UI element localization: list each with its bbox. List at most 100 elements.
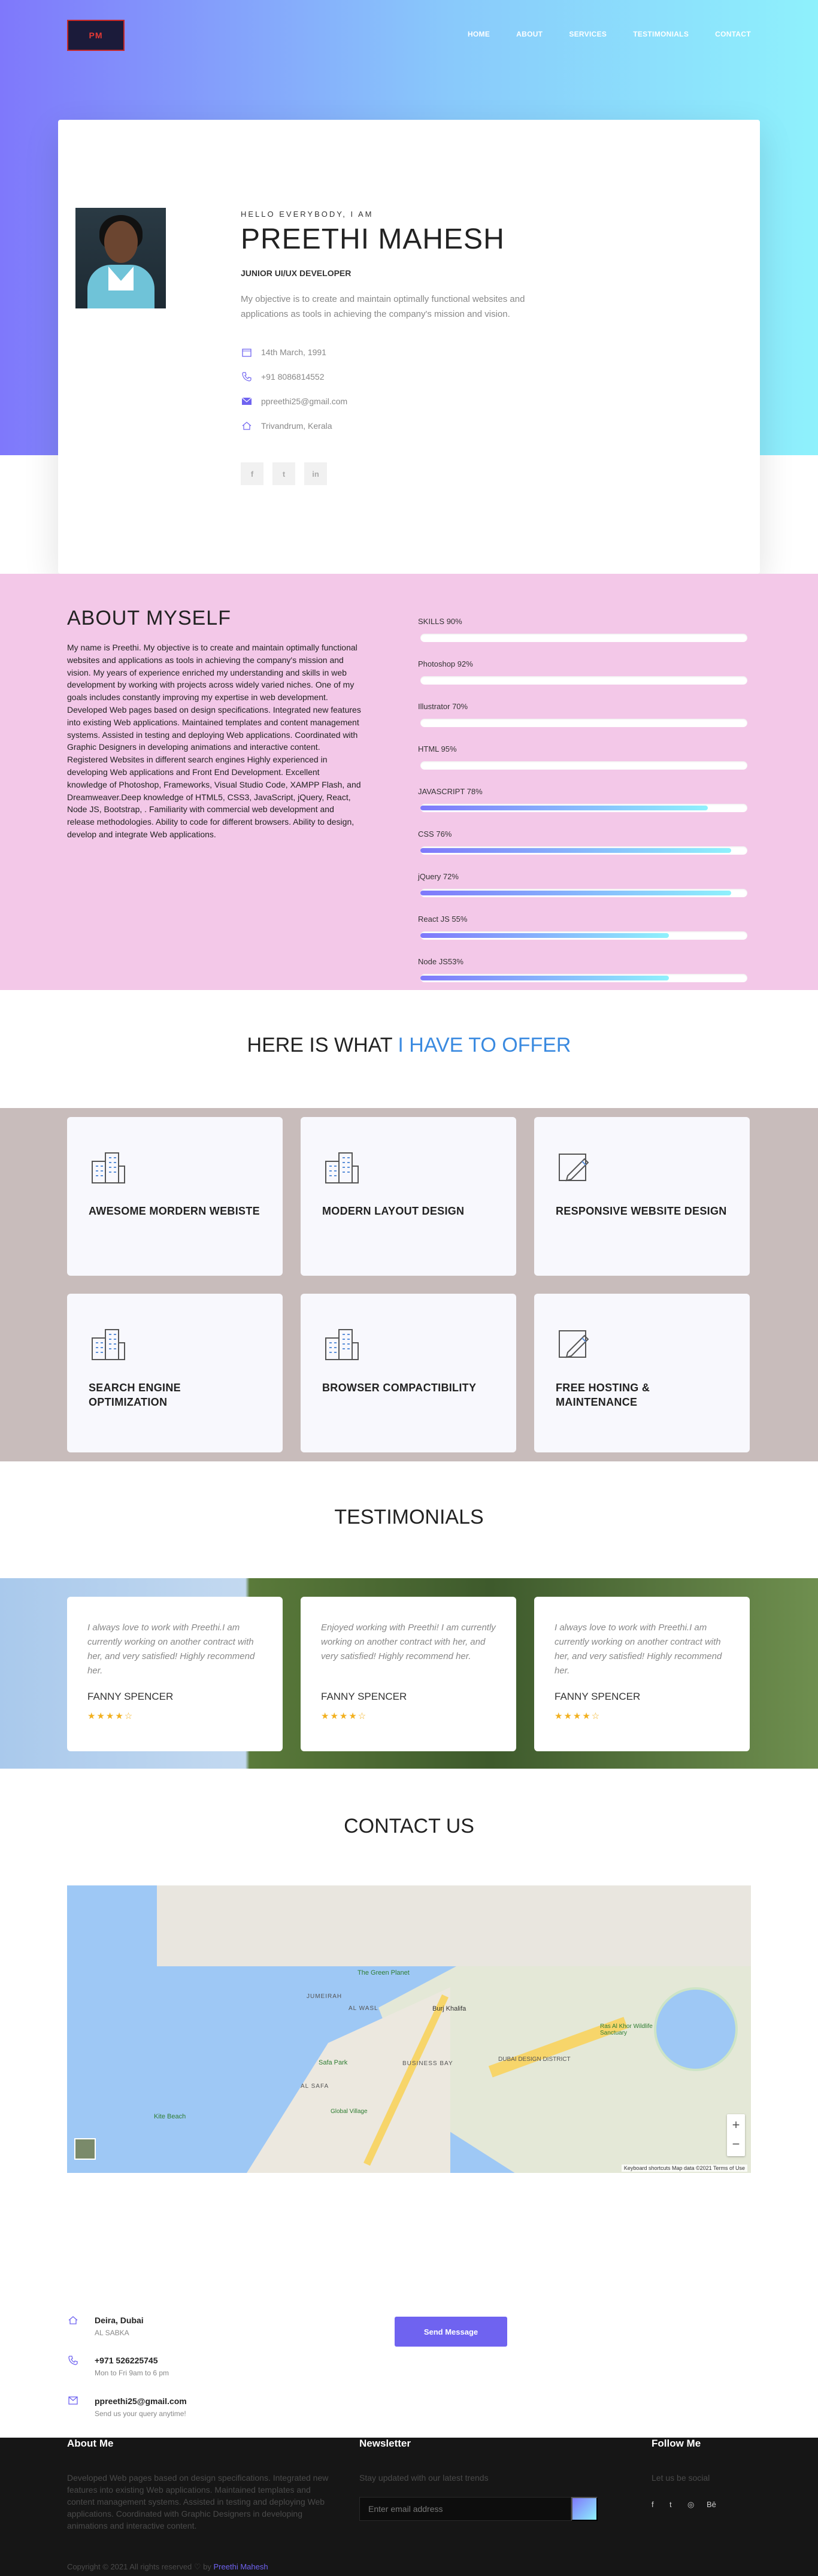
footer-about-title: About Me <box>67 2438 114 2449</box>
skill-label: Photoshop 92% <box>418 659 473 668</box>
skill-track <box>420 634 747 642</box>
site-logo[interactable]: PM <box>67 20 125 51</box>
phone-sub: Mon to Fri 9am to 6 pm <box>95 2369 169 2377</box>
skill-track <box>420 719 747 727</box>
contact-email: ppreethi25@gmail.com Send us your query a… <box>67 2396 187 2418</box>
zoom-out-icon[interactable]: − <box>727 2135 745 2156</box>
service-card[interactable]: FREE HOSTING & MAINTENANCE <box>534 1294 750 1452</box>
offer-title: HERE IS WHAT I HAVE TO OFFER <box>0 1034 818 1057</box>
skill-item: JAVASCRIPT 78% <box>418 787 747 830</box>
linkedin-icon[interactable]: in <box>304 462 327 485</box>
newsletter-submit-button[interactable] <box>571 2497 598 2521</box>
skill-label: jQuery 72% <box>418 872 459 881</box>
testimonial-quote: I always love to work with Preethi.I am … <box>87 1623 255 1676</box>
home-icon <box>241 420 253 432</box>
contact-title: CONTACT US <box>344 1815 474 1838</box>
map-label: AL WASL <box>349 2005 378 2012</box>
facebook-icon[interactable]: f <box>652 2500 654 2509</box>
nav-about[interactable]: ABOUT <box>516 30 543 38</box>
nav-testimonials[interactable]: TESTIMONIALS <box>633 30 689 38</box>
profile-objective: My objective is to create and maintain o… <box>241 294 525 319</box>
skill-label: CSS 76% <box>418 830 452 839</box>
info-location: Trivandrum, Kerala <box>241 420 332 432</box>
greeting: HELLO EVERYBODY, I AM <box>241 210 374 219</box>
phone-value: +91 8086814552 <box>261 372 325 382</box>
send-message-button[interactable]: Send Message <box>395 2317 507 2347</box>
zoom-in-icon[interactable]: + <box>727 2114 745 2135</box>
skill-track <box>420 676 747 685</box>
service-title: RESPONSIVE WEBSITE DESIGN <box>556 1205 727 1217</box>
skill-item: Photoshop 92% <box>418 659 747 702</box>
about-title: ABOUT MYSELF <box>67 607 231 629</box>
email-title[interactable]: ppreethi25@gmail.com <box>95 2396 187 2406</box>
skill-label: HTML 95% <box>418 744 457 753</box>
service-title: FREE HOSTING & MAINTENANCE <box>556 1382 650 1408</box>
pencil-icon <box>556 1325 594 1363</box>
copyright: Copyright © 2021 All rights reserved ♡ b… <box>67 2562 268 2572</box>
email-value[interactable]: ppreethi25@gmail.com <box>261 396 347 406</box>
service-title: MODERN LAYOUT DESIGN <box>322 1205 465 1217</box>
skill-item: Node JS53% <box>418 957 747 1000</box>
contact-phone: +971 526225745 Mon to Fri 9am to 6 pm <box>67 2356 169 2377</box>
service-card[interactable]: MODERN LAYOUT DESIGN <box>301 1117 516 1276</box>
map-zoom-controls: + − <box>727 2114 745 2156</box>
star-rating-icon: ★★★★☆ <box>555 1711 601 1721</box>
footer-about-text: Developed Web pages based on design spec… <box>67 2473 329 2530</box>
dob-value: 14th March, 1991 <box>261 347 326 357</box>
info-dob: 14th March, 1991 <box>241 346 326 358</box>
email-sub: Send us your query anytime! <box>95 2409 186 2418</box>
map-label: BUSINESS BAY <box>402 2060 453 2067</box>
skill-fill <box>420 891 731 895</box>
skill-label: SKILLS 90% <box>418 617 462 626</box>
footer-follow-title: Follow Me <box>652 2438 701 2449</box>
skill-item: jQuery 72% <box>418 872 747 915</box>
skill-track <box>420 804 747 812</box>
envelope-icon <box>67 2396 79 2408</box>
skills-list: SKILLS 90% Photoshop 92% Illustrator 70% HT… <box>418 617 747 1000</box>
facebook-icon[interactable]: f <box>241 462 263 485</box>
footer-newsletter-title: Newsletter <box>359 2438 411 2449</box>
location-map[interactable]: The Green Planet Burj Khalifa AL WASL JU… <box>67 1885 751 2173</box>
skill-item: Illustrator 70% <box>418 702 747 744</box>
skill-item: CSS 76% <box>418 830 747 872</box>
service-card[interactable]: AWESOME MORDERN WEBISTE <box>67 1117 283 1276</box>
skill-label: Node JS53% <box>418 957 463 966</box>
testimonial-card: Enjoyed working with Preethi! I am curre… <box>301 1597 516 1751</box>
newsletter-email-input[interactable] <box>359 2497 571 2521</box>
service-title: AWESOME MORDERN WEBISTE <box>89 1205 260 1217</box>
dribbble-icon[interactable]: ◎ <box>687 2500 694 2510</box>
building-icon <box>89 1148 127 1186</box>
phone-icon <box>241 371 253 383</box>
profile-photo <box>75 208 166 308</box>
testimonials-title: TESTIMONIALS <box>334 1506 484 1528</box>
address-title: Deira, Dubai <box>95 2315 144 2325</box>
nav-services[interactable]: SERVICES <box>569 30 607 38</box>
service-card[interactable]: SEARCH ENGINE OPTIMIZATION <box>67 1294 283 1452</box>
phone-icon <box>67 2356 79 2368</box>
about-text: My name is Preethi. My objective is to c… <box>67 643 361 839</box>
skill-fill <box>420 806 708 810</box>
map-label: DUBAI DESIGN DISTRICT <box>498 2056 571 2063</box>
map-satellite-toggle[interactable] <box>74 2138 96 2160</box>
skill-item: SKILLS 90% <box>418 617 747 659</box>
star-rating-icon: ★★★★☆ <box>321 1711 368 1721</box>
behance-icon[interactable]: Bē <box>707 2500 716 2509</box>
service-title: SEARCH ENGINE OPTIMIZATION <box>89 1382 181 1408</box>
service-card[interactable]: BROWSER COMPACTIBILITY <box>301 1294 516 1452</box>
twitter-icon[interactable]: t <box>669 2500 672 2509</box>
offer-title-a: HERE IS WHAT <box>247 1034 398 1057</box>
profile-role: JUNIOR UI/UX DEVELOPER <box>241 268 352 278</box>
copyright-name[interactable]: Preethi Mahesh <box>214 2562 268 2571</box>
skill-track <box>420 931 747 940</box>
nav-contact[interactable]: CONTACT <box>715 30 751 38</box>
map-label: AL SAFA <box>301 2083 329 2090</box>
twitter-icon[interactable]: t <box>272 462 295 485</box>
skill-label: Illustrator 70% <box>418 702 468 711</box>
skill-track <box>420 974 747 982</box>
testimonial-name: FANNY SPENCER <box>555 1691 641 1702</box>
nav-home[interactable]: HOME <box>468 30 490 38</box>
service-card[interactable]: RESPONSIVE WEBSITE DESIGN <box>534 1117 750 1276</box>
map-footer: Keyboard shortcuts Map data ©2021 Terms … <box>621 2165 747 2172</box>
building-icon <box>89 1325 127 1363</box>
skill-fill <box>420 933 669 938</box>
